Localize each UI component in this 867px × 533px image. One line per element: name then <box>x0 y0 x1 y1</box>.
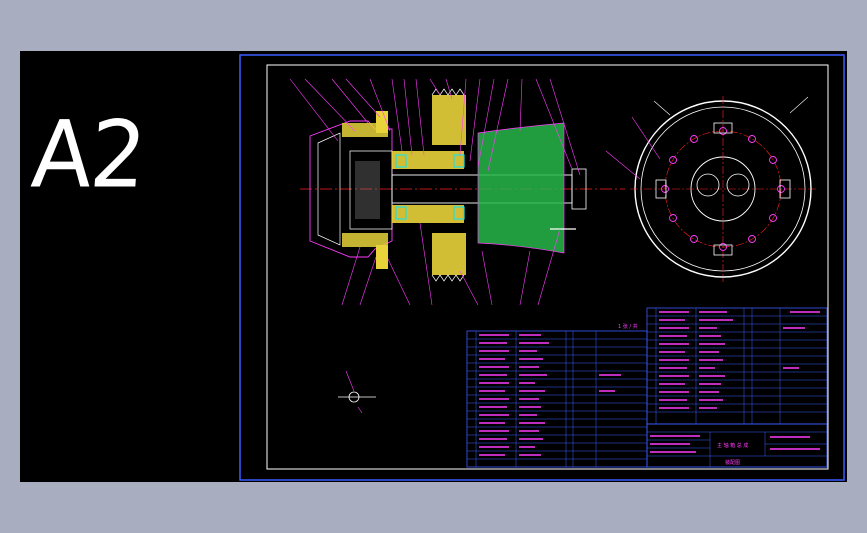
pulley-grooves-bottom <box>431 274 465 282</box>
dim-leader-1 <box>631 116 661 160</box>
dim-leader-3 <box>789 96 809 114</box>
end-view <box>605 96 816 282</box>
parts-list-left: 1 张 / 共 <box>466 323 648 468</box>
drawing-subtitle: 装配图 <box>725 459 740 466</box>
drawing-viewport[interactable]: A2 1 张 / 共 主 轴 箱 总 成 装配图 <box>20 51 847 482</box>
dim-leader-4 <box>605 150 641 180</box>
outer-border <box>239 54 845 481</box>
rotor-hatch <box>355 161 380 219</box>
chuck-section <box>478 123 564 253</box>
jaw-lobe-left <box>696 173 720 197</box>
jaw-lobe-right <box>726 173 750 197</box>
pulley-top <box>432 95 466 145</box>
title-block: 主 轴 箱 总 成 装配图 <box>646 423 828 468</box>
drawing-title: 主 轴 箱 总 成 <box>717 442 748 449</box>
bearing-housing-bottom <box>392 205 464 223</box>
dim-leader-2 <box>653 100 671 116</box>
sheet-note: 1 张 / 共 <box>618 323 638 330</box>
section-view <box>289 78 625 306</box>
hub-bottom <box>376 245 388 269</box>
bearing-housing-top <box>392 151 464 169</box>
cad-drawing[interactable]: 1 张 / 共 主 轴 箱 总 成 装配图 <box>20 51 847 482</box>
detail-view <box>338 370 376 414</box>
flange-bottom <box>342 233 388 247</box>
pulley-bottom <box>432 233 466 275</box>
parts-list-right <box>646 307 828 425</box>
